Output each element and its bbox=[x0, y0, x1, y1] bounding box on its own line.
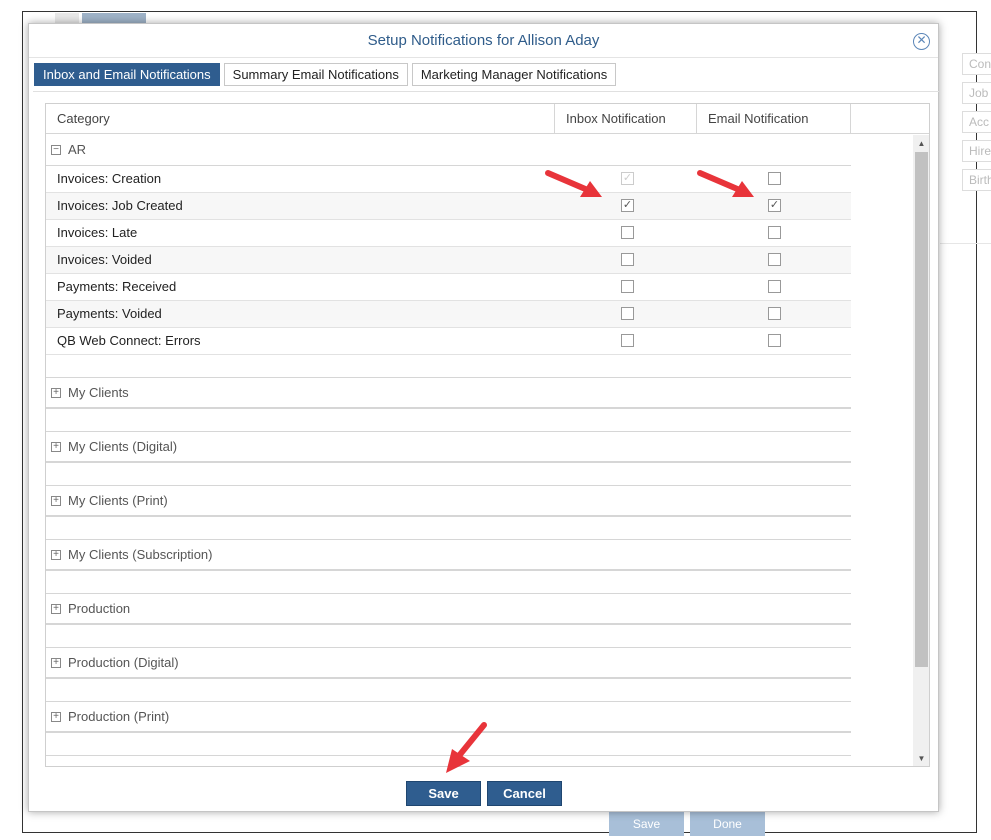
group-spacer bbox=[46, 679, 851, 702]
group-spacer bbox=[46, 517, 851, 540]
background-field: Acc bbox=[962, 111, 991, 133]
column-header-email[interactable]: Email Notification bbox=[697, 104, 851, 134]
background-divider bbox=[940, 243, 991, 244]
scroll-up-arrow-icon[interactable]: ▲ bbox=[913, 135, 929, 152]
expand-icon[interactable]: + bbox=[51, 712, 61, 722]
tab-content: Category Inbox Notification Email Notifi… bbox=[33, 91, 939, 774]
dialog-header: Setup Notifications for Allison Aday ✕ bbox=[29, 24, 938, 58]
group-label: My Clients (Digital) bbox=[68, 439, 178, 454]
group-spacer bbox=[46, 355, 851, 378]
inbox-notification-checkbox[interactable] bbox=[621, 280, 634, 293]
inbox-notification-checkbox[interactable] bbox=[621, 253, 634, 266]
table-row: Invoices: Late bbox=[46, 220, 851, 247]
grid-body: − AR Invoices: Creation ✓ Invoices: Job Cr… bbox=[46, 135, 851, 756]
group-spacer bbox=[46, 409, 851, 432]
dialog-title: Setup Notifications for Allison Aday bbox=[367, 32, 600, 49]
expand-icon[interactable]: + bbox=[51, 604, 61, 614]
cancel-button[interactable]: Cancel bbox=[487, 781, 562, 806]
inbox-notification-checkbox[interactable] bbox=[621, 334, 634, 347]
group-row[interactable]: + Production (Digital) bbox=[46, 648, 851, 679]
tab-bar: Inbox and Email Notifications Summary Em… bbox=[34, 63, 620, 86]
row-label: QB Web Connect: Errors bbox=[57, 333, 201, 348]
email-notification-checkbox[interactable] bbox=[768, 226, 781, 239]
row-label: Payments: Voided bbox=[57, 306, 162, 321]
notifications-dialog: Setup Notifications for Allison Aday ✕ I… bbox=[28, 23, 939, 812]
row-label: Invoices: Late bbox=[57, 225, 138, 240]
table-row: Payments: Received bbox=[46, 274, 851, 301]
group-row[interactable]: + My Clients bbox=[46, 378, 851, 409]
expand-icon[interactable]: + bbox=[51, 442, 61, 452]
row-label: Invoices: Voided bbox=[57, 252, 152, 267]
collapsed-groups: + My Clients + My Clients (Digital) + My Clie… bbox=[46, 378, 851, 756]
scroll-down-arrow-icon[interactable]: ▼ bbox=[913, 750, 929, 766]
background-field: Hire bbox=[962, 140, 991, 162]
group-label: My Clients (Subscription) bbox=[68, 547, 213, 562]
inbox-notification-checkbox[interactable] bbox=[621, 226, 634, 239]
expand-icon[interactable]: + bbox=[51, 388, 61, 398]
save-button[interactable]: Save bbox=[406, 781, 481, 806]
table-row: QB Web Connect: Errors bbox=[46, 328, 851, 355]
dialog-footer: Save Cancel bbox=[29, 774, 938, 812]
group-label: Production (Digital) bbox=[68, 655, 179, 670]
tab-inbox-email[interactable]: Inbox and Email Notifications bbox=[34, 63, 220, 86]
group-row[interactable]: + My Clients (Subscription) bbox=[46, 540, 851, 571]
tab-marketing-manager[interactable]: Marketing Manager Notifications bbox=[411, 63, 617, 86]
email-notification-checkbox[interactable]: ✓ bbox=[768, 199, 781, 212]
background-done-button: Done bbox=[690, 812, 765, 836]
grid-header: Category Inbox Notification Email Notifi… bbox=[46, 104, 929, 134]
email-notification-checkbox[interactable] bbox=[768, 253, 781, 266]
group-spacer bbox=[46, 463, 851, 486]
expand-icon[interactable]: + bbox=[51, 496, 61, 506]
annotation-arrow-icon bbox=[697, 170, 754, 197]
row-label: Invoices: Job Created bbox=[57, 198, 183, 213]
column-header-category[interactable]: Category bbox=[46, 104, 555, 134]
background-field: Job bbox=[962, 82, 991, 104]
background-field: Con bbox=[962, 53, 991, 75]
background-field: Birth bbox=[962, 169, 991, 191]
tab-summary-email[interactable]: Summary Email Notifications bbox=[223, 63, 408, 86]
group-row-ar[interactable]: − AR bbox=[46, 135, 851, 166]
notifications-grid: Category Inbox Notification Email Notifi… bbox=[45, 103, 930, 767]
expand-icon[interactable]: + bbox=[51, 550, 61, 560]
group-row[interactable]: + Production bbox=[46, 594, 851, 625]
group-label: Production (Print) bbox=[68, 709, 170, 724]
email-notification-checkbox[interactable] bbox=[768, 307, 781, 320]
column-header-inbox[interactable]: Inbox Notification bbox=[555, 104, 697, 134]
close-icon[interactable]: ✕ bbox=[913, 33, 930, 50]
group-label: My Clients (Print) bbox=[68, 493, 168, 508]
group-spacer bbox=[46, 625, 851, 648]
expand-icon[interactable]: + bbox=[51, 658, 61, 668]
group-label: My Clients bbox=[68, 385, 129, 400]
collapse-icon[interactable]: − bbox=[51, 145, 61, 155]
table-row: Payments: Voided bbox=[46, 301, 851, 328]
email-notification-checkbox[interactable] bbox=[768, 334, 781, 347]
table-row: Invoices: Voided bbox=[46, 247, 851, 274]
group-row[interactable]: + My Clients (Print) bbox=[46, 486, 851, 517]
background-save-button: Save bbox=[609, 812, 684, 836]
group-label: Production bbox=[68, 601, 131, 616]
row-label: Invoices: Creation bbox=[57, 171, 162, 186]
email-notification-checkbox[interactable] bbox=[768, 172, 781, 185]
group-row[interactable]: + My Clients (Digital) bbox=[46, 432, 851, 463]
email-notification-checkbox[interactable] bbox=[768, 280, 781, 293]
row-label: Payments: Received bbox=[57, 279, 177, 294]
group-label: AR bbox=[68, 142, 87, 157]
inbox-notification-checkbox: ✓ bbox=[621, 172, 634, 185]
scrollbar-thumb[interactable] bbox=[915, 152, 928, 667]
group-spacer bbox=[46, 571, 851, 594]
annotation-arrow-icon bbox=[446, 722, 487, 773]
inbox-notification-checkbox[interactable] bbox=[621, 307, 634, 320]
inbox-notification-checkbox[interactable]: ✓ bbox=[621, 199, 634, 212]
vertical-scrollbar[interactable]: ▲ ▼ bbox=[913, 135, 929, 766]
annotation-arrow-icon bbox=[545, 170, 602, 197]
